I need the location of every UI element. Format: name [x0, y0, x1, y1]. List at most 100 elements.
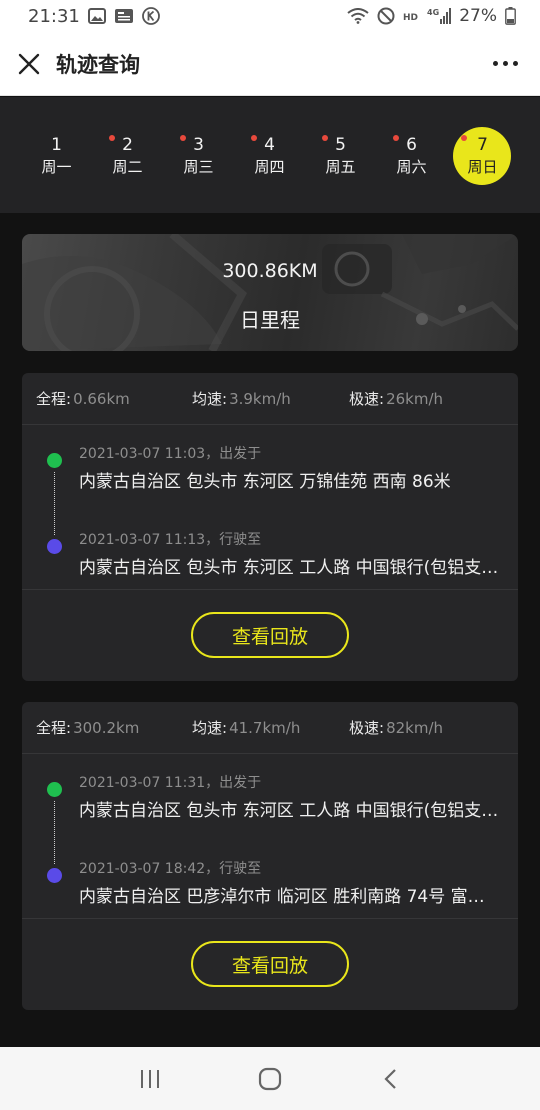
status-time: 21:31	[28, 5, 80, 27]
status-bar: 21:31 HD 4G 27%	[0, 0, 540, 32]
day-name: 周一	[41, 158, 72, 176]
trip-avg-speed: 均速: 3.9km/h	[192, 388, 349, 409]
view-replay-button[interactable]: 查看回放	[191, 941, 349, 987]
view-replay-button[interactable]: 查看回放	[191, 612, 349, 658]
day-number: 4	[264, 135, 275, 155]
record-dot	[393, 135, 399, 141]
end-point-icon	[47, 539, 62, 554]
day-number: 6	[406, 135, 417, 155]
record-dot	[109, 135, 115, 141]
wifi-icon	[347, 8, 369, 24]
day-name: 周五	[325, 158, 356, 176]
close-icon	[18, 53, 40, 74]
day-name: 周六	[396, 158, 427, 176]
svg-text:HD: HD	[403, 13, 418, 22]
daily-mileage-label: 日里程	[240, 308, 300, 332]
start-time: 2021-03-07 11:03，出发于	[79, 446, 262, 462]
status-right: HD 4G 27%	[347, 6, 516, 26]
trip-avg-speed: 均速: 41.7km/h	[192, 717, 349, 738]
trip-card: 全程: 0.66km 均速: 3.9km/h 极速: 26km/h 2021-0…	[22, 373, 518, 681]
more-icon	[493, 61, 518, 66]
hd-icon: HD	[403, 10, 419, 22]
day-number: 7	[477, 135, 488, 155]
day-tab-3[interactable]: 3 周三	[163, 127, 234, 185]
home-button[interactable]	[240, 1054, 300, 1104]
page-title: 轨迹查询	[56, 52, 140, 77]
day-tab-2[interactable]: 2 周二	[92, 127, 163, 185]
trip-distance: 全程: 300.2km	[36, 717, 192, 738]
trip-content: 300.86KM 日里程 全程: 0.66km 均速: 3.9km/h 极速: …	[0, 213, 540, 1047]
gallery-icon	[87, 8, 106, 24]
day-tab-6[interactable]: 6 周六	[376, 127, 447, 185]
avg-speed-label: 均速:	[192, 719, 228, 737]
battery-icon	[505, 7, 516, 25]
record-dot	[251, 135, 257, 141]
day-name: 周三	[183, 158, 214, 176]
more-button[interactable]	[489, 57, 522, 70]
app-header: 轨迹查询	[0, 32, 540, 96]
back-icon	[384, 1068, 396, 1089]
daily-mileage-card: 300.86KM 日里程	[22, 234, 518, 351]
day-number: 1	[51, 135, 62, 155]
start-address: 内蒙古自治区 包头市 东河区 工人路 中国银行(包铝支行)	[79, 801, 499, 821]
day-tab-4[interactable]: 4 周四	[234, 127, 305, 185]
record-dot	[322, 135, 328, 141]
trip-card: 全程: 300.2km 均速: 41.7km/h 极速: 82km/h 2021…	[22, 702, 518, 1010]
start-address: 内蒙古自治区 包头市 东河区 万锦佳苑 西南 86米	[79, 472, 451, 492]
avg-speed-value: 41.7km/h	[229, 718, 301, 737]
start-time: 2021-03-07 11:31，出发于	[79, 775, 262, 791]
end-address: 内蒙古自治区 巴彦淖尔市 临河区 胜利南路 74号 富丽华酒店	[79, 887, 499, 907]
end-time: 2021-03-07 11:13，行驶至	[79, 532, 262, 548]
toutiao-icon	[114, 8, 134, 24]
home-icon	[258, 1067, 282, 1090]
close-button[interactable]	[18, 53, 40, 75]
trip-footer: 查看回放	[22, 590, 518, 680]
k-icon	[141, 7, 160, 25]
distance-label: 全程:	[36, 719, 72, 737]
day-name: 周日	[467, 158, 498, 176]
avg-speed-label: 均速:	[192, 390, 228, 408]
back-button[interactable]	[360, 1054, 420, 1104]
day-name: 周四	[254, 158, 285, 176]
daily-mileage-value: 300.86KM	[222, 260, 318, 282]
avg-speed-value: 3.9km/h	[229, 389, 291, 408]
trip-max-speed: 极速: 82km/h	[349, 717, 443, 738]
record-dot	[180, 135, 186, 141]
system-nav-bar	[0, 1047, 540, 1110]
day-number: 2	[122, 135, 133, 155]
recents-icon	[141, 1069, 159, 1088]
max-speed-value: 82km/h	[386, 718, 444, 737]
distance-value: 0.66km	[73, 389, 130, 408]
timeline-connector	[54, 801, 55, 864]
svg-text:4G: 4G	[427, 8, 439, 17]
max-speed-label: 极速:	[349, 719, 385, 737]
day-number: 3	[193, 135, 204, 155]
trip-distance: 全程: 0.66km	[36, 388, 192, 409]
end-point-icon	[47, 868, 62, 883]
recents-button[interactable]	[120, 1054, 180, 1104]
start-point-icon	[47, 782, 62, 797]
end-address: 内蒙古自治区 包头市 东河区 工人路 中国银行(包铝支行)	[79, 558, 499, 578]
signal-icon: 4G	[427, 7, 452, 25]
trip-max-speed: 极速: 26km/h	[349, 388, 443, 409]
max-speed-value: 26km/h	[386, 389, 444, 408]
day-list: 1 周一 2 周二 3 周三 4 周四 5 周五 6 周六 7 周日	[21, 127, 525, 185]
start-point-icon	[47, 453, 62, 468]
day-number: 5	[335, 135, 346, 155]
day-tab-7[interactable]: 7 周日	[447, 127, 518, 185]
distance-label: 全程:	[36, 390, 72, 408]
trip-timeline: 2021-03-07 11:03，出发于 内蒙古自治区 包头市 东河区 万锦佳苑…	[22, 425, 518, 590]
day-tab-5[interactable]: 5 周五	[305, 127, 376, 185]
trip-footer: 查看回放	[22, 919, 518, 1009]
dnd-icon	[377, 7, 395, 25]
max-speed-label: 极速:	[349, 390, 385, 408]
status-left: 21:31	[28, 6, 160, 27]
timeline-connector	[54, 472, 55, 535]
distance-value: 300.2km	[73, 718, 140, 737]
battery-percent: 27%	[459, 6, 497, 26]
motorcycle-background-image	[22, 234, 518, 351]
trip-timeline: 2021-03-07 11:31，出发于 内蒙古自治区 包头市 东河区 工人路 …	[22, 754, 518, 919]
day-name: 周二	[112, 158, 143, 176]
day-tab-1[interactable]: 1 周一	[21, 127, 92, 185]
week-selector: 1 周一 2 周二 3 周三 4 周四 5 周五 6 周六 7 周日	[0, 97, 540, 305]
